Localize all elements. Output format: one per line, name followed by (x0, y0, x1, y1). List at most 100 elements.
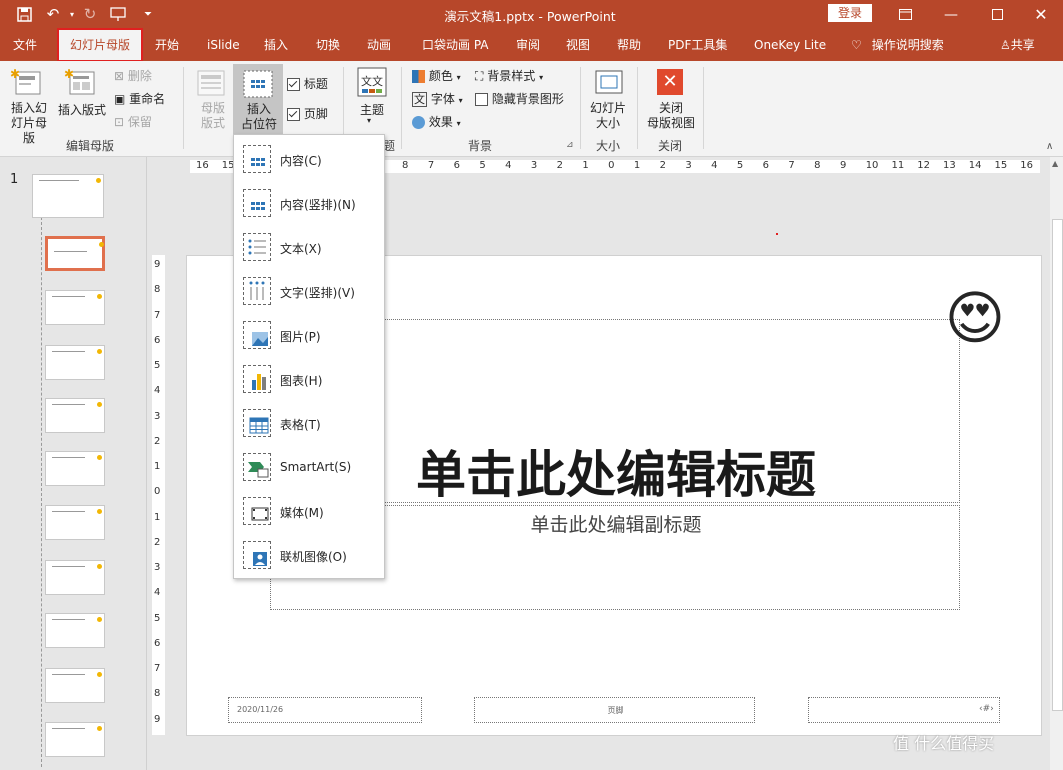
background-styles-label: 背景样式 (487, 69, 536, 83)
title-checkbox[interactable]: 标题 (287, 75, 328, 92)
thumbnail-emoji-dot (97, 455, 102, 460)
background-styles-button[interactable]: ⛶ 背景样式 ▾ (475, 67, 543, 84)
hide-background-graphics-box[interactable] (475, 93, 488, 106)
slide-size-button[interactable]: 幻灯片 大小 (588, 101, 628, 131)
layout-thumbnail[interactable] (45, 722, 105, 757)
background-styles-dropdown-icon: ▾ (539, 73, 544, 82)
layout-thumbnail[interactable] (45, 451, 105, 486)
ruler-tick-label: 8 (154, 688, 161, 700)
ribbon-display-options-icon[interactable] (882, 0, 928, 29)
red-marker (776, 233, 778, 235)
footer-text: 页脚 (607, 706, 624, 715)
thumbnail-title-line (52, 404, 85, 405)
theme-button[interactable]: 主题 (360, 101, 384, 118)
layout-thumbnail[interactable] (45, 668, 105, 703)
slide-number-placeholder[interactable]: ‹#› (808, 697, 1000, 723)
menu-item-online-image-placeholder[interactable]: 联机图像(O) (234, 534, 384, 578)
hide-background-graphics-checkbox[interactable]: 隐藏背景图形 (475, 90, 564, 107)
tab-home[interactable]: 开始 (155, 29, 179, 61)
layout-thumbnail[interactable] (45, 236, 105, 271)
menu-item-label: 媒体(M) (280, 506, 324, 520)
login-button[interactable]: 登录 (828, 4, 872, 22)
tab-onekey-lite[interactable]: OneKey Lite (754, 29, 826, 61)
footer-placeholder[interactable]: 页脚 (474, 697, 755, 723)
scroll-up-icon[interactable]: ▲ (1052, 159, 1058, 168)
tab-pdf-tools[interactable]: PDF工具集 (668, 29, 727, 61)
colors-button[interactable]: 颜色 ▾ (412, 67, 461, 84)
insert-placeholder-button[interactable]: 插入 占位符 (233, 64, 283, 136)
tab-islide[interactable]: iSlide (207, 29, 240, 61)
close-master-view-button[interactable]: 关闭 母版视图 (644, 101, 698, 131)
lightbulb-icon: ♡ (851, 38, 862, 52)
layout-thumbnail[interactable] (45, 560, 105, 595)
slide-number-field-icon: ‹#› (979, 704, 994, 714)
menu-item-smartart-placeholder[interactable]: SmartArt(S) (234, 446, 384, 490)
menu-item-vertical-content-placeholder[interactable]: 内容(竖排)(N) (234, 182, 384, 226)
ruler-tick-label: 2 (154, 536, 161, 548)
vertical-scrollbar[interactable]: ▲ (1050, 157, 1063, 770)
close-window-icon[interactable]: ✕ (1018, 0, 1063, 29)
fonts-button[interactable]: 文 字体 ▾ (412, 90, 463, 107)
insert-layout-button[interactable]: 插入版式 (58, 101, 106, 118)
save-icon[interactable] (14, 4, 34, 24)
menu-item-media-placeholder[interactable]: 媒体(M) (234, 490, 384, 534)
close-master-view-icon: ✕ (657, 69, 683, 95)
heart-eyes-emoji-icon[interactable]: 😍 (939, 282, 1011, 354)
effects-dropdown-icon: ▾ (456, 119, 461, 128)
menu-item-vertical-text-placeholder[interactable]: 文字(竖排)(V) (234, 270, 384, 314)
ruler-tick-label: 9 (839, 160, 847, 171)
tab-slide-master[interactable]: 幻灯片母版 (57, 29, 143, 61)
ruler-tick-label: 10 (865, 160, 879, 171)
scrollbar-thumb[interactable] (1052, 219, 1063, 711)
online-image-placeholder-icon (243, 541, 271, 569)
share-button[interactable]: ♙共享 (1000, 29, 1035, 61)
redo-icon[interactable]: ↻ (80, 4, 100, 24)
tab-animations[interactable]: 动画 (367, 29, 391, 61)
menu-item-content-placeholder[interactable]: 内容(C) (234, 138, 384, 182)
tell-me-search[interactable]: ♡ 操作说明搜索 (851, 29, 944, 61)
layout-thumbnail[interactable] (45, 505, 105, 540)
tab-transitions[interactable]: 切换 (316, 29, 340, 61)
tab-help[interactable]: 帮助 (617, 29, 641, 61)
tab-view[interactable]: 视图 (566, 29, 590, 61)
layout-thumbnail[interactable] (45, 613, 105, 648)
master-slide-thumbnail[interactable] (32, 174, 104, 218)
menu-item-chart-placeholder[interactable]: 图表(H) (234, 358, 384, 402)
footer-checkbox-box[interactable] (287, 108, 300, 121)
menu-item-picture-placeholder[interactable]: 图片(P) (234, 314, 384, 358)
svg-text:文文: 文文 (361, 74, 383, 88)
hide-background-graphics-label: 隐藏背景图形 (491, 92, 564, 106)
menu-item-table-placeholder[interactable]: 表格(T) (234, 402, 384, 446)
tab-file[interactable]: 文件 (13, 29, 37, 61)
customize-toolbar-icon[interactable]: ⏷ (138, 4, 158, 24)
tab-insert[interactable]: 插入 (264, 29, 288, 61)
undo-dropdown-icon[interactable]: ▾ (62, 4, 82, 24)
minimize-icon[interactable]: — (928, 0, 974, 29)
tab-review[interactable]: 审阅 (516, 29, 540, 61)
collapse-ribbon-icon[interactable]: ∧ (1046, 141, 1053, 152)
effects-button[interactable]: 效果 ▾ (412, 113, 461, 130)
menu-item-text-placeholder[interactable]: 文本(X) (234, 226, 384, 270)
thumbnail-emoji-dot (97, 349, 102, 354)
footer-checkbox[interactable]: 页脚 (287, 105, 328, 122)
undo-icon[interactable]: ↶ (43, 4, 63, 24)
insert-slide-master-button[interactable]: 插入幻 灯片母版 (6, 101, 52, 146)
layout-thumbnail[interactable] (45, 345, 105, 380)
ruler-tick-label: 7 (154, 309, 161, 321)
layout-thumbnail[interactable] (45, 290, 105, 325)
theme-dropdown-icon[interactable]: ▾ (367, 116, 371, 125)
master-layout-button[interactable]: 母版 版式 (198, 101, 228, 131)
delete-button[interactable]: ⊠ 删除 (114, 67, 152, 84)
layout-thumbnail[interactable] (45, 398, 105, 433)
presentation-start-icon[interactable] (108, 4, 128, 24)
ruler-tick-label: 14 (968, 160, 982, 171)
maximize-icon[interactable] (974, 0, 1020, 29)
tab-pocket-animation[interactable]: 口袋动画 PA (422, 29, 489, 61)
preserve-button[interactable]: ⊡ 保留 (114, 113, 152, 130)
background-dialog-launcher-icon[interactable]: ⊿ (566, 140, 574, 150)
rename-button[interactable]: ▣ 重命名 (114, 90, 165, 107)
thumbnail-title-line (52, 619, 85, 620)
insert-placeholder-label: 插入 占位符 (240, 102, 277, 131)
title-checkbox-box[interactable] (287, 78, 300, 91)
date-placeholder[interactable]: 2020/11/26 (228, 697, 422, 723)
